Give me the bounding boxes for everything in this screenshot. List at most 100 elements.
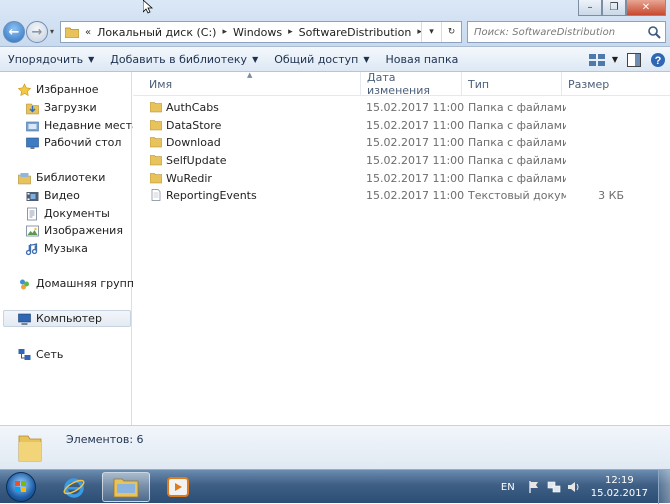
nav-computer[interactable]: Компьютер xyxy=(3,310,131,327)
nav-libraries-label: Библиотеки xyxy=(36,171,106,184)
folder-icon xyxy=(150,173,162,184)
view-options-button[interactable] xyxy=(586,47,608,72)
file-size: 3 КБ xyxy=(598,189,624,202)
view-dropdown-button[interactable]: ▼ xyxy=(608,47,622,72)
language-indicator[interactable]: EN xyxy=(501,482,515,493)
breadcrumb-separator-icon[interactable]: ▸ xyxy=(222,27,227,37)
column-date-modified[interactable]: Дата изменения xyxy=(361,71,462,97)
nav-network[interactable]: Сеть xyxy=(17,346,63,363)
start-button[interactable] xyxy=(6,472,36,502)
nav-favorites[interactable]: Избранное xyxy=(17,81,98,98)
volume-icon[interactable] xyxy=(567,480,581,494)
new-folder-button[interactable]: Новая папка xyxy=(377,47,466,72)
help-button[interactable]: ? xyxy=(646,47,670,72)
flag-icon[interactable] xyxy=(527,480,541,494)
recent-places-icon xyxy=(26,121,39,131)
music-library-icon xyxy=(25,242,38,255)
minimize-button[interactable]: – xyxy=(578,0,602,16)
mouse-cursor-icon xyxy=(143,0,153,14)
table-row[interactable]: WuRedir 15.02.2017 11:00 Папка с файлами xyxy=(133,170,670,187)
taskbar: EN 12:19 15.02.2017 xyxy=(0,469,670,504)
file-name: ReportingEvents xyxy=(166,189,257,202)
libraries-icon xyxy=(18,172,31,184)
nav-downloads[interactable]: Загрузки xyxy=(25,99,97,116)
forward-button[interactable]: → xyxy=(26,21,48,43)
taskbar-explorer[interactable] xyxy=(102,472,150,502)
file-name: DataStore xyxy=(166,119,222,132)
new-folder-label: Новая папка xyxy=(385,52,459,66)
clock[interactable]: 12:19 15.02.2017 xyxy=(591,474,648,500)
taskbar-internet-explorer[interactable] xyxy=(50,472,98,502)
breadcrumb-item[interactable]: Локальный диск (C:) xyxy=(97,26,216,39)
computer-icon xyxy=(18,313,31,325)
file-date: 15.02.2017 11:00 xyxy=(366,136,465,149)
nav-music[interactable]: Музыка xyxy=(25,240,88,257)
table-row[interactable]: ReportingEvents 15.02.2017 11:00 Текстов… xyxy=(133,187,670,204)
taskbar-media-player[interactable] xyxy=(154,472,202,502)
organize-button[interactable]: Упорядочить ▼ xyxy=(0,47,102,72)
windows-logo-icon xyxy=(15,481,26,492)
nav-libraries[interactable]: Библиотеки xyxy=(17,169,105,186)
table-row[interactable]: DataStore 15.02.2017 11:00 Папка с файла… xyxy=(133,117,670,134)
nav-video[interactable]: Видео xyxy=(25,187,80,204)
column-type[interactable]: Тип xyxy=(462,72,562,96)
clock-date: 15.02.2017 xyxy=(590,488,648,499)
nav-homegroup[interactable]: Домашняя группа xyxy=(17,275,141,292)
show-desktop-button[interactable] xyxy=(658,470,670,504)
refresh-icon[interactable]: ↻ xyxy=(441,22,461,42)
back-button[interactable]: ← xyxy=(3,21,25,43)
nav-images[interactable]: Изображения xyxy=(25,222,123,239)
file-type: Папка с файлами xyxy=(468,119,566,132)
organize-label: Упорядочить xyxy=(8,52,84,66)
add-to-library-label: Добавить в библиотеку xyxy=(110,52,248,66)
folder-icon xyxy=(18,435,42,462)
share-button[interactable]: Общий доступ ▼ xyxy=(266,47,377,72)
breadcrumb-overflow-chevron[interactable]: « xyxy=(85,27,91,38)
details-pane: Элементов: 6 xyxy=(0,425,670,469)
breadcrumb-separator-icon[interactable]: ▸ xyxy=(288,27,293,37)
maximize-button[interactable]: ❐ xyxy=(602,0,626,16)
search-icon[interactable] xyxy=(647,25,661,39)
table-row[interactable]: AuthCabs 15.02.2017 11:00 Папка с файлам… xyxy=(133,99,670,116)
file-date: 15.02.2017 11:00 xyxy=(366,189,465,202)
recent-pages-dropdown[interactable]: ▾ xyxy=(50,27,54,36)
address-bar[interactable]: « Локальный диск (C:) ▸ Windows ▸ Softwa… xyxy=(60,21,462,43)
internet-explorer-icon xyxy=(63,478,85,498)
preview-pane-button[interactable] xyxy=(622,47,646,72)
address-dropdown-icon[interactable]: ▾ xyxy=(421,22,441,42)
nav-images-label: Изображения xyxy=(44,224,123,237)
column-name[interactable]: Имя xyxy=(143,72,361,96)
clock-time: 12:19 xyxy=(604,475,634,486)
nav-desktop[interactable]: Рабочий стол xyxy=(25,134,121,151)
search-input[interactable]: Поиск: SoftwareDistribution xyxy=(467,21,666,43)
breadcrumb-item[interactable]: SoftwareDistribution xyxy=(299,26,412,39)
command-bar: Упорядочить ▼ Добавить в библиотеку ▼ Общи… xyxy=(0,47,670,72)
window-controls: – ❐ ✕ xyxy=(578,0,666,16)
table-row[interactable]: Download 15.02.2017 11:00 Папка с файлам… xyxy=(133,134,670,151)
add-to-library-button[interactable]: Добавить в библиотеку ▼ xyxy=(102,47,266,72)
nav-documents-label: Документы xyxy=(44,207,110,220)
nav-recent-places[interactable]: Недавние места xyxy=(25,117,139,134)
file-name: AuthCabs xyxy=(166,101,219,114)
documents-library-icon xyxy=(27,207,37,220)
close-button[interactable]: ✕ xyxy=(626,0,666,16)
breadcrumb-item[interactable]: Windows xyxy=(233,26,282,39)
file-date: 15.02.2017 11:00 xyxy=(366,154,465,167)
network-tray-icon[interactable] xyxy=(547,480,561,494)
column-size[interactable]: Размер xyxy=(562,72,632,96)
star-icon xyxy=(17,82,32,96)
network-icon xyxy=(18,348,31,360)
homegroup-icon xyxy=(20,279,29,289)
nav-favorites-label: Избранное xyxy=(36,83,99,96)
nav-documents[interactable]: Документы xyxy=(25,205,110,222)
table-row[interactable]: SelfUpdate 15.02.2017 11:00 Папка с файл… xyxy=(133,152,670,169)
desktop-icon xyxy=(26,137,39,149)
nav-computer-label: Компьютер xyxy=(36,312,102,325)
file-date: 15.02.2017 11:00 xyxy=(366,172,465,185)
chevron-down-icon: ▼ xyxy=(88,54,95,64)
file-date: 15.02.2017 11:00 xyxy=(366,101,465,114)
folder-icon xyxy=(150,102,162,113)
navigation-pane: Избранное Загрузки Недавние места Рабочи… xyxy=(0,72,141,425)
video-library-icon xyxy=(26,191,39,201)
file-type: Папка с файлами xyxy=(468,154,566,167)
